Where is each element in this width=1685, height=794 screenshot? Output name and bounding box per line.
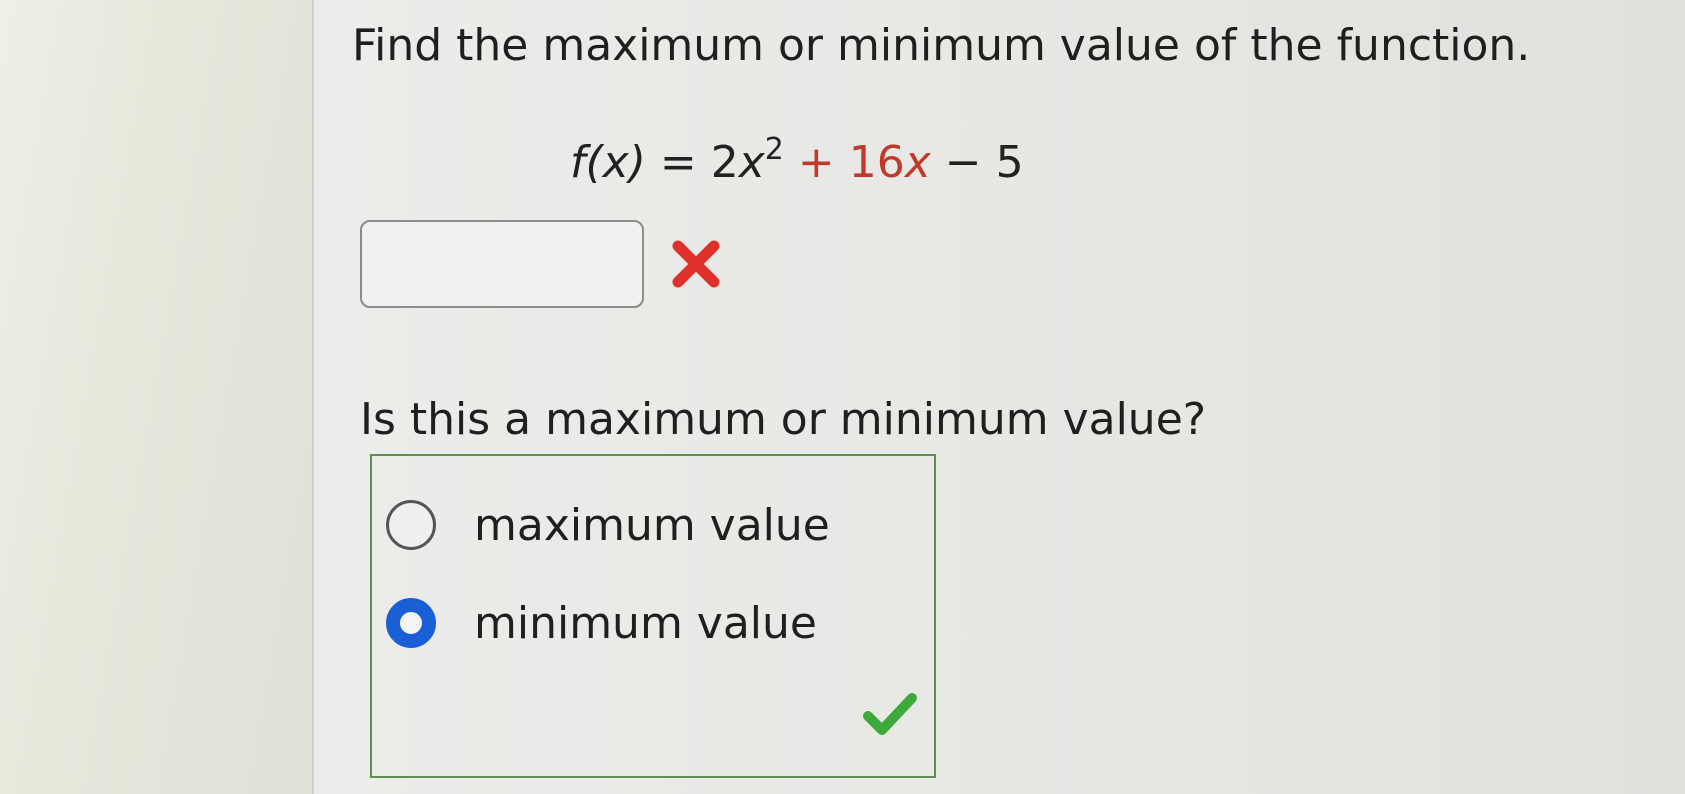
option-label-maximum: maximum value <box>474 499 830 551</box>
formula-linear-coef: + 16 <box>783 137 905 188</box>
question-title: Find the maximum or minimum value of the… <box>352 20 1531 71</box>
question-panel: Find the maximum or minimum value of the… <box>314 0 1685 794</box>
formula-constant: − 5 <box>930 137 1024 188</box>
function-formula: f(x) = 2x2 + 16x − 5 <box>570 132 1024 188</box>
formula-equals-coef: = 2 <box>645 137 739 188</box>
left-margin-panel <box>0 0 314 794</box>
check-mark-icon <box>863 693 917 735</box>
radio-minimum-selected[interactable] <box>386 598 436 648</box>
option-maximum[interactable]: maximum value <box>386 490 830 560</box>
sub-question-text: Is this a maximum or minimum value? <box>360 394 1207 445</box>
radio-maximum[interactable] <box>386 500 436 550</box>
answer-input[interactable] <box>360 220 644 308</box>
option-minimum[interactable]: minimum value <box>386 588 817 658</box>
formula-var-1: x <box>738 137 765 188</box>
formula-var-2: x <box>904 137 931 188</box>
formula-exponent: 2 <box>764 132 784 167</box>
x-mark-icon <box>672 240 720 288</box>
options-box: maximum value minimum value <box>370 454 936 778</box>
formula-lhs: f(x) <box>570 137 646 188</box>
option-label-minimum: minimum value <box>474 597 817 649</box>
